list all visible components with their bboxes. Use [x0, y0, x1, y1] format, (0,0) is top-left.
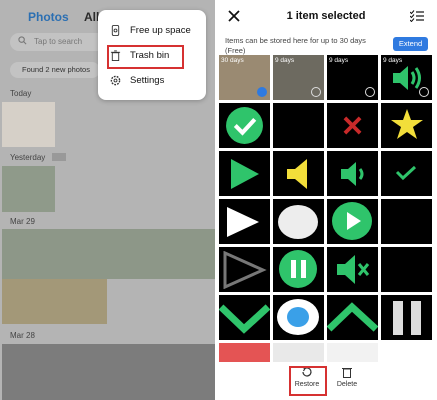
section-mar-29: Mar 29 — [10, 217, 35, 226]
trash-item[interactable] — [219, 103, 270, 148]
select-all-icon[interactable] — [410, 10, 424, 22]
trash-bin-highlight-box — [107, 45, 184, 69]
section-mar-28: Mar 28 — [10, 331, 35, 340]
redacted-text — [52, 153, 66, 161]
photo-row[interactable] — [2, 279, 107, 324]
trash-item[interactable] — [273, 199, 324, 244]
trash-item[interactable] — [381, 103, 432, 148]
trash-item[interactable] — [273, 151, 324, 196]
trash-item[interactable] — [327, 103, 378, 148]
search-icon — [18, 36, 27, 45]
gallery-photos-screen: Photos Alb Tap to search Found 2 new pho… — [0, 0, 215, 400]
empty-space — [107, 279, 215, 324]
trash-item[interactable] — [219, 343, 270, 362]
record-icon — [277, 299, 319, 335]
menu-item-settings[interactable]: Settings — [98, 69, 206, 93]
trash-item[interactable]: 9 days — [273, 55, 324, 100]
trash-item[interactable] — [381, 151, 432, 196]
trash-item[interactable] — [219, 247, 270, 292]
trash-icon — [342, 368, 352, 378]
skip-forward-icon — [223, 251, 267, 289]
unselected-circle-icon[interactable] — [365, 87, 375, 97]
section-yesterday: Yesterday — [10, 153, 46, 162]
speaker-icon — [341, 162, 364, 186]
photo-row[interactable] — [2, 229, 215, 279]
storage-info-text: Items can be stored here for up to 30 da… — [225, 36, 366, 55]
trash-item[interactable] — [327, 295, 378, 340]
delete-button[interactable]: Delete — [327, 366, 367, 388]
trash-item[interactable] — [273, 247, 324, 292]
star-icon — [391, 109, 423, 139]
trash-item[interactable] — [381, 295, 432, 340]
extend-button[interactable]: Extend — [393, 37, 428, 51]
trash-item[interactable] — [219, 151, 270, 196]
circle-icon — [278, 205, 318, 239]
photo-row[interactable] — [2, 344, 215, 400]
trash-item[interactable] — [327, 199, 378, 244]
pause-icon — [393, 301, 421, 335]
menu-item-free-up-space[interactable]: Free up space — [98, 19, 206, 43]
speaker-icon — [287, 159, 307, 189]
trash-item[interactable] — [381, 343, 432, 362]
trash-item[interactable]: 9 days — [381, 55, 432, 100]
search-input[interactable]: Tap to search — [10, 33, 110, 51]
check-circle-icon — [226, 107, 263, 144]
gallery-tabs: Photos Alb — [28, 10, 103, 24]
found-new-photos-banner[interactable]: Found 2 new photos — [10, 62, 100, 78]
play-icon — [227, 207, 259, 237]
selected-check-icon[interactable] — [257, 87, 267, 97]
trash-item[interactable] — [381, 199, 432, 244]
trash-item[interactable] — [381, 247, 432, 292]
section-today: Today — [10, 89, 32, 98]
trash-item[interactable] — [273, 295, 324, 340]
trash-item[interactable]: 9 days — [327, 55, 378, 100]
x-mark-icon — [343, 116, 362, 135]
search-placeholder: Tap to search — [34, 37, 83, 46]
unselected-circle-icon[interactable] — [419, 87, 429, 97]
photo-thumbnail[interactable] — [2, 102, 55, 147]
chevron-up-icon — [327, 302, 378, 332]
trash-item[interactable] — [327, 247, 378, 292]
pause-circle-icon — [279, 250, 317, 288]
gear-icon — [110, 75, 121, 86]
play-icon — [231, 159, 259, 189]
tab-photos[interactable]: Photos — [28, 10, 69, 24]
trash-item[interactable] — [273, 343, 324, 362]
unselected-circle-icon[interactable] — [311, 87, 321, 97]
chevron-down-icon — [219, 304, 270, 334]
check-icon — [395, 165, 417, 181]
photo-thumbnail[interactable] — [2, 166, 55, 212]
trash-item[interactable] — [327, 343, 378, 362]
play-circle-icon — [332, 202, 372, 240]
trash-bin-screen: 1 item selected Items can be stored here… — [215, 0, 437, 400]
trash-item[interactable] — [219, 295, 270, 340]
trash-item[interactable] — [219, 199, 270, 244]
speaker-icon — [337, 255, 370, 284]
restore-highlight-box — [289, 366, 327, 396]
screenshot-composite: Photos Alb Tap to search Found 2 new pho… — [0, 0, 437, 400]
trash-item[interactable]: 30 days — [219, 55, 270, 100]
trash-item[interactable] — [273, 103, 324, 148]
trash-item[interactable] — [327, 151, 378, 196]
selection-title: 1 item selected — [286, 10, 366, 22]
phone-icon — [111, 25, 120, 36]
